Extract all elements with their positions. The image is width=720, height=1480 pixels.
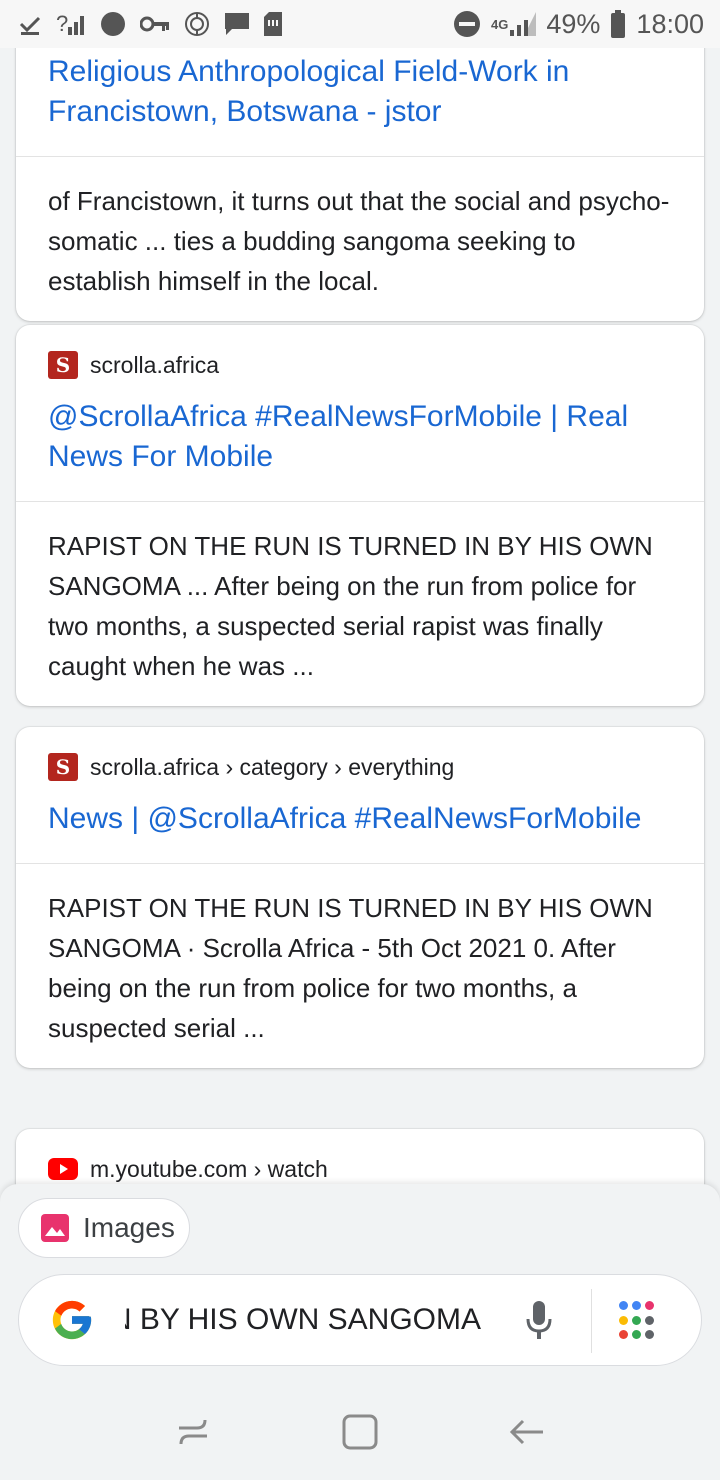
result-card[interactable]: S scrolla.africa › category › everything…: [16, 727, 704, 1068]
status-bar: ? 4G 49% 18:00: [0, 0, 720, 48]
sim-icon: [264, 12, 283, 36]
scrolla-favicon-icon: S: [48, 351, 78, 379]
youtube-icon: [48, 1158, 78, 1180]
images-chip[interactable]: Images: [18, 1198, 190, 1258]
result-header[interactable]: m.youtube.com › watch: [16, 1129, 704, 1188]
signal-icon: 4G: [491, 12, 537, 36]
status-right-icons: 4G 49% 18:00: [453, 9, 704, 40]
search-bar[interactable]: RAPIST ON THE RUN IS TURNED IN BY HIS OW…: [18, 1274, 702, 1366]
search-results: Religious Anthropological Field-Work in …: [0, 48, 720, 1188]
check-icon: [18, 12, 42, 36]
result-card[interactable]: S scrolla.africa @ScrollaAfrica #RealNew…: [16, 325, 704, 706]
navigation-bar: [0, 1384, 720, 1480]
apps-dots-icon[interactable]: [619, 1301, 659, 1341]
location-icon: [184, 11, 210, 37]
result-source: S scrolla.africa › category › everything: [48, 749, 672, 785]
mic-icon[interactable]: [525, 1301, 553, 1346]
key-icon: [140, 15, 170, 33]
result-source: S scrolla.africa: [48, 347, 672, 383]
result-title[interactable]: Religious Anthropological Field-Work in …: [48, 52, 672, 132]
recent-apps-icon[interactable]: [175, 1416, 211, 1448]
search-divider: [591, 1289, 592, 1353]
result-source-url: scrolla.africa › category › everything: [90, 753, 455, 780]
battery-percent: 49%: [546, 8, 601, 39]
result-title[interactable]: @ScrollaAfrica #RealNewsForMobile | Real…: [48, 397, 672, 477]
result-source-url: scrolla.africa: [90, 351, 220, 378]
clock: 18:00: [636, 8, 704, 39]
circle-icon: [100, 11, 126, 37]
status-left-icons: ?: [18, 11, 283, 37]
scrolla-favicon-icon: S: [48, 753, 78, 781]
result-title[interactable]: News | @ScrollaAfrica #RealNewsForMobile: [48, 799, 672, 839]
battery-icon: [610, 10, 626, 38]
google-logo-icon[interactable]: [49, 1297, 95, 1343]
result-card[interactable]: m.youtube.com › watch: [16, 1129, 704, 1188]
message-icon: [224, 12, 250, 36]
result-header[interactable]: S scrolla.africa @ScrollaAfrica #RealNew…: [16, 325, 704, 502]
do-not-disturb-icon: [453, 10, 481, 38]
result-snippet: of Francistown, it turns out that the so…: [48, 186, 670, 296]
result-card[interactable]: Religious Anthropological Field-Work in …: [16, 48, 704, 321]
home-icon[interactable]: [342, 1414, 378, 1450]
images-chip-label: Images: [83, 1212, 175, 1243]
result-source-url: m.youtube.com › watch: [90, 1155, 328, 1182]
back-icon[interactable]: [509, 1416, 545, 1448]
search-input[interactable]: RAPIST ON THE RUN IS TURNED IN BY HIS OW…: [125, 1303, 481, 1337]
result-snippet: RAPIST ON THE RUN IS TURNED IN BY HIS OW…: [48, 531, 653, 681]
search-bottom-sheet: Images RAPIST ON THE RUN IS TURNED IN BY…: [0, 1184, 720, 1384]
signal-unknown-icon: ?: [56, 11, 86, 37]
result-header[interactable]: Religious Anthropological Field-Work in …: [16, 48, 704, 157]
result-header[interactable]: S scrolla.africa › category › everything…: [16, 727, 704, 864]
result-snippet: RAPIST ON THE RUN IS TURNED IN BY HIS OW…: [48, 893, 653, 1043]
result-source: m.youtube.com › watch: [48, 1151, 672, 1187]
image-icon: [41, 1214, 69, 1242]
